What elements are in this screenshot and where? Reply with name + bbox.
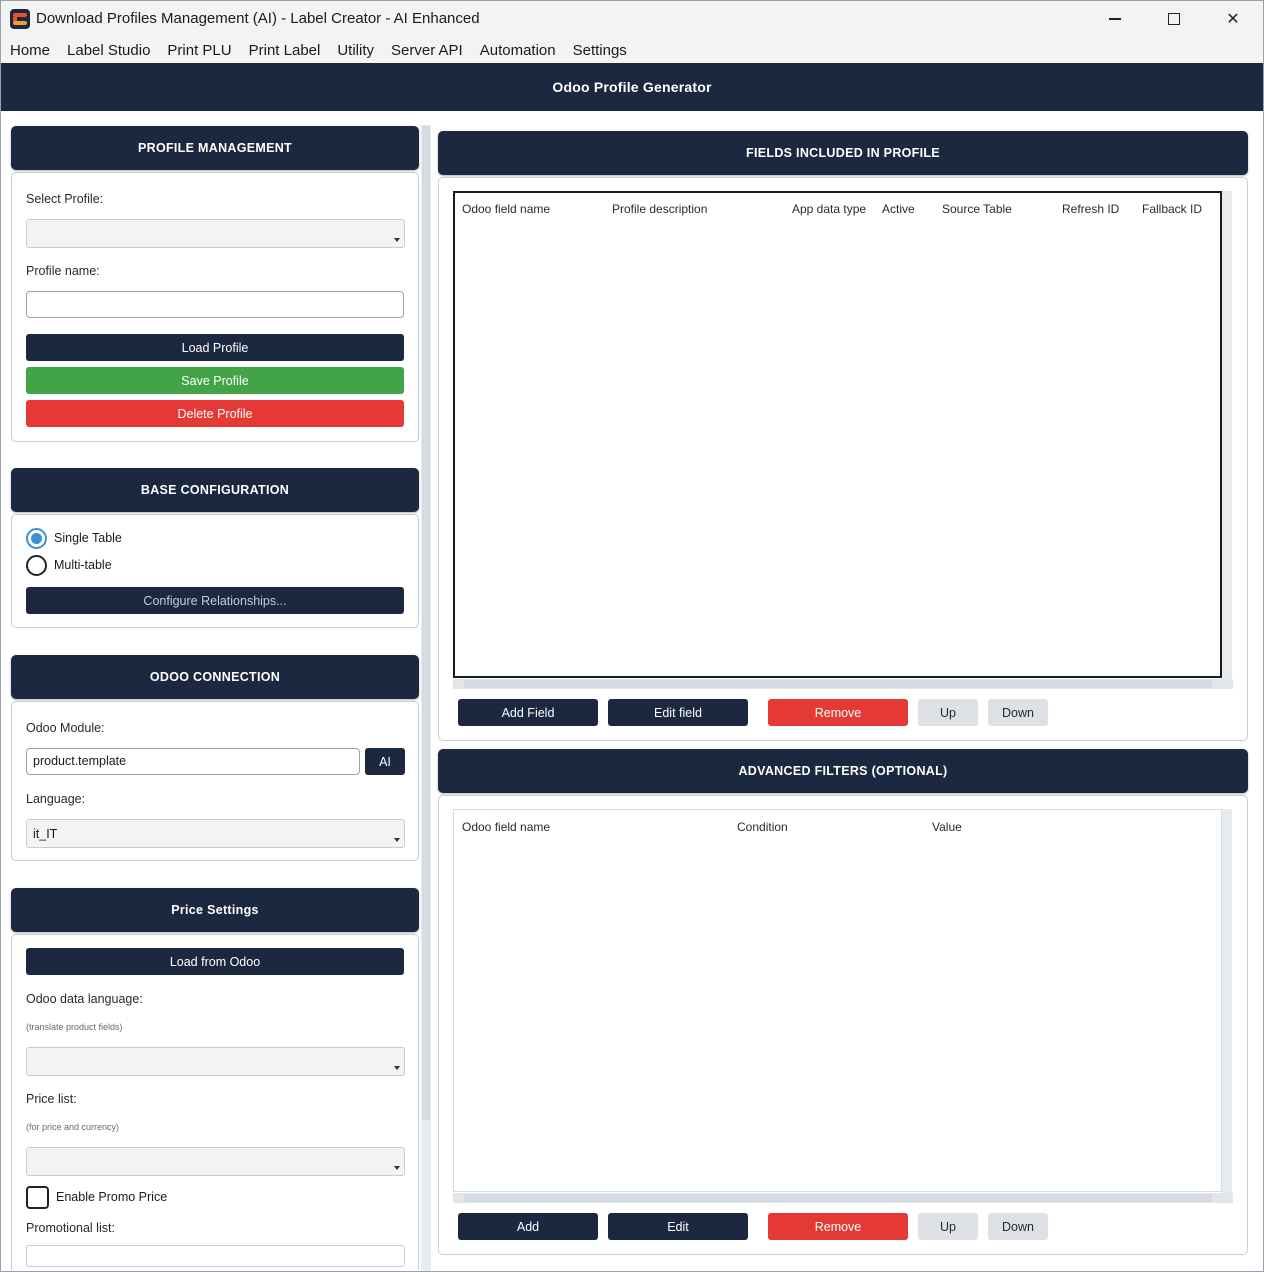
- move-field-down-button[interactable]: Down: [988, 699, 1048, 726]
- base-configuration-header: BASE CONFIGURATION: [11, 468, 419, 512]
- menu-utility[interactable]: Utility: [337, 42, 374, 59]
- save-profile-button[interactable]: Save Profile: [26, 367, 404, 394]
- fields-column-header[interactable]: Source Table: [942, 202, 1012, 216]
- multi-table-label: Multi-table: [54, 558, 112, 572]
- filters-column-header[interactable]: Value: [932, 820, 962, 834]
- chevron-down-icon: [394, 1066, 400, 1070]
- profile-management-title: PROFILE MANAGEMENT: [137, 141, 292, 155]
- load-profile-button[interactable]: Load Profile: [26, 334, 404, 361]
- fields-column-header[interactable]: Odoo field name: [462, 202, 550, 216]
- fields-column-header[interactable]: Active: [882, 202, 915, 216]
- profile-management-header: PROFILE MANAGEMENT: [11, 126, 419, 170]
- left-panel-scroll-thumb[interactable]: [422, 126, 430, 1120]
- price-settings-title: Price Settings: [171, 903, 259, 917]
- minimize-button[interactable]: [1086, 0, 1144, 38]
- menu-home[interactable]: Home: [10, 42, 50, 59]
- close-button[interactable]: ✕: [1204, 0, 1262, 38]
- price-list-hint: (for price and currency): [26, 1122, 120, 1132]
- multi-table-radio[interactable]: [26, 555, 47, 576]
- remove-filter-button[interactable]: Remove: [768, 1213, 908, 1240]
- fields-included-header: FIELDS INCLUDED IN PROFILE: [438, 131, 1248, 175]
- configure-relationships-button[interactable]: Configure Relationships...: [26, 587, 404, 614]
- move-field-up-button[interactable]: Up: [918, 699, 978, 726]
- advanced-filters-header: ADVANCED FILTERS (OPTIONAL): [438, 749, 1248, 793]
- menu-settings[interactable]: Settings: [573, 42, 627, 59]
- title-bar: Download Profiles Management (AI) - Labe…: [0, 0, 1264, 38]
- enable-promo-price-checkbox[interactable]: [26, 1186, 49, 1209]
- menu-server-api[interactable]: Server API: [391, 42, 463, 59]
- promotional-list-dropdown[interactable]: [26, 1245, 405, 1267]
- add-filter-button[interactable]: Add: [458, 1213, 598, 1240]
- chevron-down-icon: [394, 238, 400, 242]
- filters-table-vertical-scrollbar[interactable]: [1222, 809, 1232, 1193]
- fields-table[interactable]: Odoo field name Profile description App …: [453, 191, 1222, 678]
- enable-promo-price-label: Enable Promo Price: [56, 1190, 168, 1204]
- fields-column-header[interactable]: Refresh ID: [1062, 202, 1119, 216]
- odoo-data-language-label: Odoo data language:: [26, 992, 143, 1006]
- delete-profile-button[interactable]: Delete Profile: [26, 400, 404, 427]
- ai-button[interactable]: AI: [365, 748, 405, 775]
- odoo-data-language-hint: (translate product fields): [26, 1022, 123, 1032]
- single-table-label: Single Table: [54, 531, 122, 545]
- maximize-icon: [1168, 13, 1180, 25]
- filters-column-header[interactable]: Condition: [737, 820, 788, 834]
- app-logo-icon: [10, 9, 30, 29]
- chevron-down-icon: [394, 1166, 400, 1170]
- odoo-connection-header: ODOO CONNECTION: [11, 655, 419, 699]
- filters-table-scroll-thumb[interactable]: [464, 1194, 1212, 1202]
- menu-bar: Home Label Studio Print PLU Print Label …: [0, 38, 1264, 63]
- page-header: Odoo Profile Generator: [0, 63, 1264, 111]
- odoo-module-input[interactable]: product.template: [26, 748, 360, 775]
- edit-field-button[interactable]: Edit field: [608, 699, 748, 726]
- language-dropdown[interactable]: it_IT: [26, 819, 405, 848]
- odoo-module-label: Odoo Module:: [26, 721, 105, 735]
- close-icon: ✕: [1226, 11, 1240, 28]
- odoo-connection-title: ODOO CONNECTION: [149, 670, 281, 684]
- edit-filter-button[interactable]: Edit: [608, 1213, 748, 1240]
- fields-table-scroll-thumb[interactable]: [464, 680, 1212, 688]
- menu-print-plu[interactable]: Print PLU: [167, 42, 231, 59]
- minimize-icon: [1109, 18, 1121, 20]
- promotional-list-label: Promotional list:: [26, 1221, 115, 1235]
- page-title: Odoo Profile Generator: [552, 79, 712, 95]
- window-title: Download Profiles Management (AI) - Labe…: [36, 10, 480, 27]
- fields-column-header[interactable]: App data type: [792, 202, 866, 216]
- move-filter-down-button[interactable]: Down: [988, 1213, 1048, 1240]
- advanced-filters-title: ADVANCED FILTERS (OPTIONAL): [738, 764, 948, 778]
- remove-field-button[interactable]: Remove: [768, 699, 908, 726]
- menu-automation[interactable]: Automation: [480, 42, 556, 59]
- fields-table-vertical-scrollbar[interactable]: [1222, 191, 1232, 679]
- filters-table[interactable]: Odoo field name Condition Value: [453, 809, 1222, 1192]
- fields-column-header[interactable]: Fallback ID: [1142, 202, 1202, 216]
- select-profile-dropdown[interactable]: [26, 219, 405, 248]
- price-settings-header: Price Settings: [11, 888, 419, 932]
- chevron-down-icon: [394, 838, 400, 842]
- fields-column-header[interactable]: Profile description: [612, 202, 707, 216]
- single-table-radio[interactable]: [26, 528, 47, 549]
- select-profile-label: Select Profile:: [26, 192, 104, 206]
- price-list-dropdown[interactable]: [26, 1147, 405, 1176]
- menu-label-studio[interactable]: Label Studio: [67, 42, 150, 59]
- add-field-button[interactable]: Add Field: [458, 699, 598, 726]
- profile-name-input[interactable]: [26, 291, 404, 318]
- load-from-odoo-button[interactable]: Load from Odoo: [26, 948, 404, 975]
- move-filter-up-button[interactable]: Up: [918, 1213, 978, 1240]
- profile-name-label: Profile name:: [26, 264, 100, 278]
- fields-included-title: FIELDS INCLUDED IN PROFILE: [746, 146, 940, 160]
- language-label: Language:: [26, 792, 86, 806]
- price-list-label: Price list:: [26, 1092, 77, 1106]
- base-configuration-title: BASE CONFIGURATION: [140, 483, 290, 497]
- maximize-button[interactable]: [1145, 0, 1203, 38]
- filters-column-header[interactable]: Odoo field name: [462, 820, 550, 834]
- odoo-data-language-dropdown[interactable]: [26, 1047, 405, 1076]
- menu-print-label[interactable]: Print Label: [249, 42, 321, 59]
